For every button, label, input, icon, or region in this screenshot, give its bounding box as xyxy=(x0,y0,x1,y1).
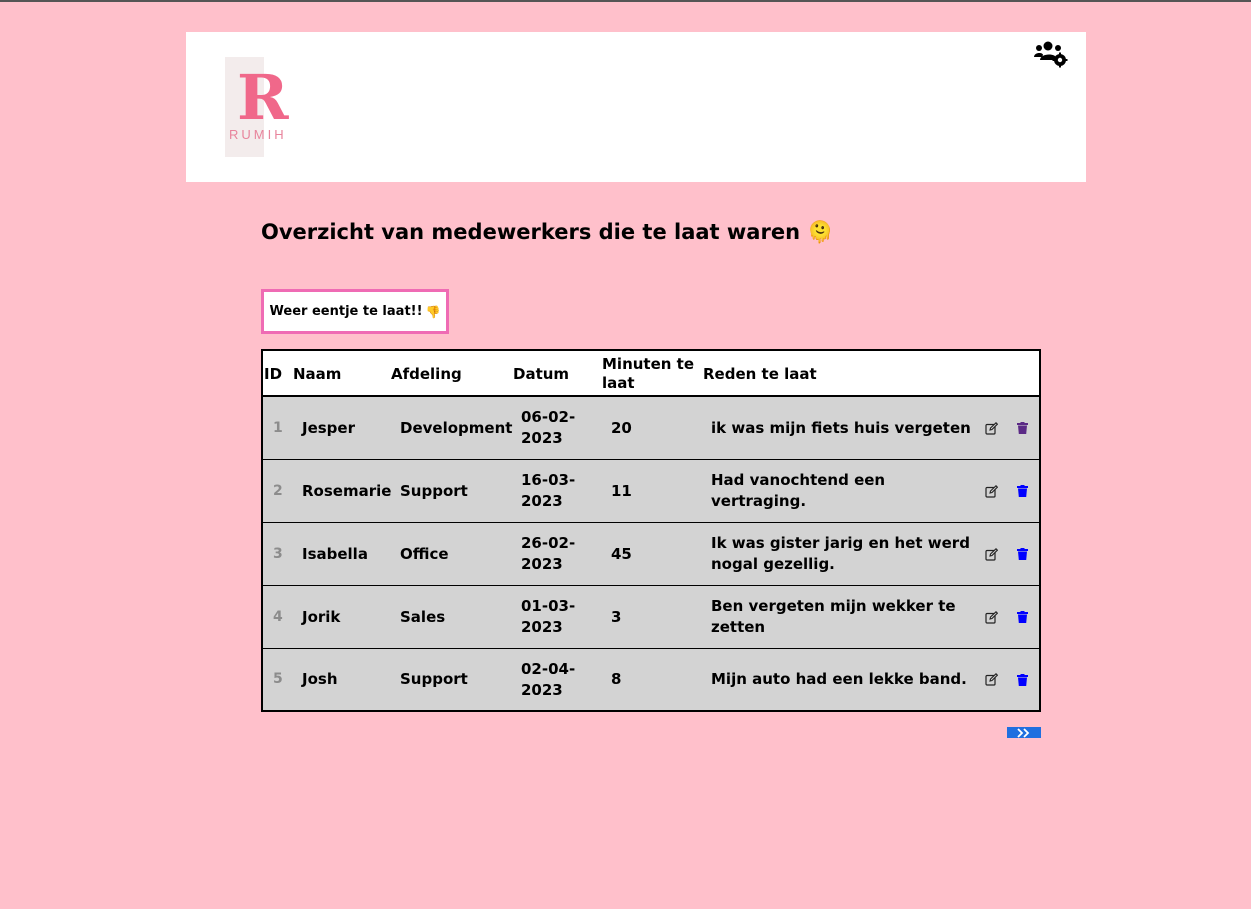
header-id: ID xyxy=(264,364,283,383)
table-header-row: ID Naam Afdeling Datum Minuten te laat R… xyxy=(263,351,1039,397)
logo-wordmark: RUMIH xyxy=(229,127,287,142)
add-button-label: Weer eentje te laat!! xyxy=(269,304,423,319)
late-employees-table: ID Naam Afdeling Datum Minuten te laat R… xyxy=(261,349,1041,712)
cell-department: Sales xyxy=(400,607,446,626)
cell-name: Isabella xyxy=(302,544,368,563)
cell-minutes: 45 xyxy=(611,544,632,563)
edit-icon[interactable] xyxy=(985,523,998,585)
edit-icon[interactable] xyxy=(985,460,998,522)
header-date: Datum xyxy=(513,364,570,383)
table-row: 2 Rosemarie Support 16-03-2023 11 Had va… xyxy=(263,460,1039,523)
thumbs-down-icon: 👎 xyxy=(425,304,441,319)
table-row: 4 Jorik Sales 01-03-2023 3 Ben vergeten … xyxy=(263,586,1039,649)
cell-department: Support xyxy=(400,481,468,500)
header-department: Afdeling xyxy=(391,364,462,383)
cell-department: Support xyxy=(400,670,468,688)
cell-name: Jorik xyxy=(302,607,341,626)
cell-minutes: 11 xyxy=(611,481,632,500)
cell-date: 01-03-2023 xyxy=(521,597,576,636)
header-name: Naam xyxy=(293,364,342,383)
cell-minutes: 8 xyxy=(611,670,622,688)
edit-icon[interactable] xyxy=(985,649,998,710)
cell-name: Jesper xyxy=(302,418,355,437)
trash-icon[interactable] xyxy=(1017,586,1028,648)
users-gear-icon[interactable] xyxy=(1034,40,1068,68)
edit-icon[interactable] xyxy=(985,397,998,459)
cell-department: Development xyxy=(400,418,513,437)
cell-reason: Had vanochtend een vertraging. xyxy=(711,471,886,510)
cell-id: 2 xyxy=(273,482,283,499)
cell-date: 06-02-2023 xyxy=(521,408,576,447)
cell-minutes: 3 xyxy=(611,607,622,626)
trash-icon[interactable] xyxy=(1017,460,1028,522)
cell-reason: Mijn auto had een lekke band. xyxy=(711,670,967,688)
trash-icon[interactable] xyxy=(1017,397,1028,459)
cell-name: Josh xyxy=(302,670,338,688)
header: R RUMIH xyxy=(186,32,1086,182)
logo: R RUMIH xyxy=(225,57,305,157)
cell-minutes: 20 xyxy=(611,418,632,437)
cell-department: Office xyxy=(400,544,449,563)
cell-id: 3 xyxy=(273,545,283,562)
trash-icon[interactable] xyxy=(1017,649,1028,710)
melting-face-emoji: 🫠 xyxy=(807,220,834,244)
add-late-entry-button[interactable]: Weer eentje te laat!! 👎 xyxy=(261,289,449,334)
table-row: 5 Josh Support 02-04-2023 8 Mijn auto ha… xyxy=(263,649,1039,710)
header-reason: Reden te laat xyxy=(703,364,817,383)
cell-date: 16-03-2023 xyxy=(521,471,576,510)
double-chevron-right-icon xyxy=(1017,727,1030,738)
table-row: 1 Jesper Development 06-02-2023 20 ik wa… xyxy=(263,397,1039,460)
page-title: Overzicht van medewerkers die te laat wa… xyxy=(261,220,834,245)
cell-name: Rosemarie xyxy=(302,481,392,500)
next-page-button[interactable] xyxy=(1007,727,1041,738)
cell-reason: Ik was gister jarig en het werd nogal ge… xyxy=(711,534,970,573)
cell-reason: Ben vergeten mijn wekker te zetten xyxy=(711,597,956,636)
cell-id: 5 xyxy=(273,671,283,687)
trash-icon[interactable] xyxy=(1017,523,1028,585)
cell-reason: ik was mijn fiets huis vergeten xyxy=(711,418,971,437)
edit-icon[interactable] xyxy=(985,586,998,648)
cell-id: 1 xyxy=(273,419,283,436)
cell-date: 02-04-2023 xyxy=(521,659,576,699)
header-minutes-late: Minuten te laat xyxy=(602,355,695,392)
table-row: 3 Isabella Office 26-02-2023 45 Ik was g… xyxy=(263,523,1039,586)
cell-date: 26-02-2023 xyxy=(521,534,576,573)
cell-id: 4 xyxy=(273,608,283,625)
page-title-text: Overzicht van medewerkers die te laat wa… xyxy=(261,220,801,244)
logo-letter: R xyxy=(237,61,289,134)
